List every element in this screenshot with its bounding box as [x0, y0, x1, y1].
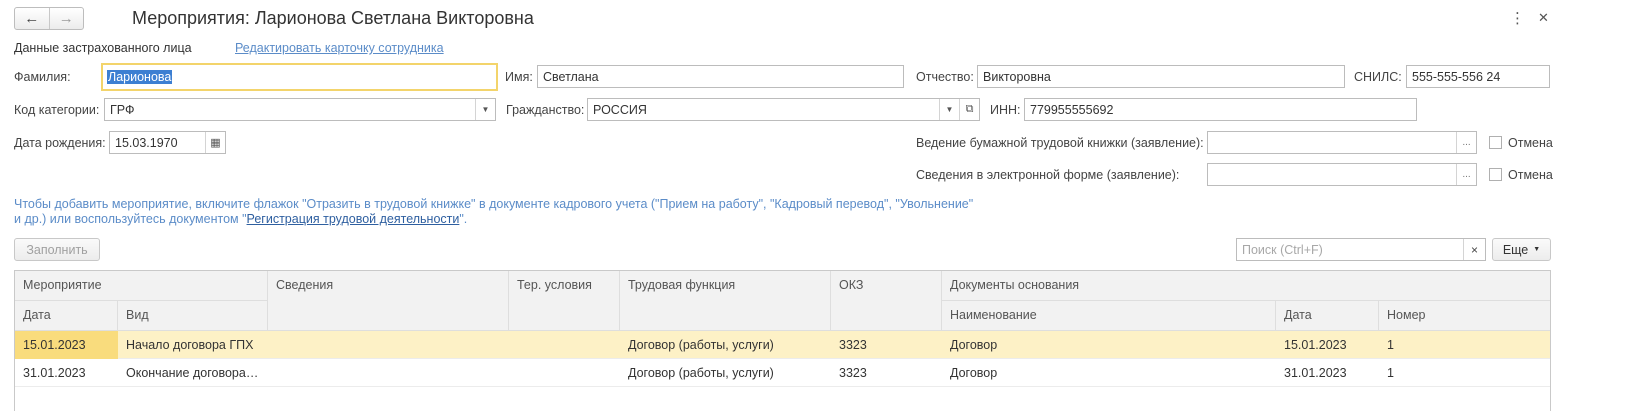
cell-doc-date: 31.01.2023 — [1284, 366, 1347, 380]
cell-territorial — [509, 359, 620, 387]
more-actions-icon[interactable]: ⋮ — [1510, 9, 1525, 27]
snils-value: 555-555-556 24 — [1412, 69, 1501, 84]
snils-field[interactable]: 555-555-556 24 — [1406, 65, 1550, 88]
dropdown-arrow-icon[interactable]: ▼ — [939, 99, 959, 120]
arrow-right-icon: → — [58, 10, 74, 27]
paper-book-field[interactable]: ... — [1207, 131, 1477, 154]
search-placeholder: Поиск (Ctrl+F) — [1242, 243, 1323, 257]
paper-book-cancel-label: Отмена — [1508, 136, 1553, 150]
electronic-form-field[interactable]: ... — [1207, 163, 1477, 186]
cell-details — [268, 331, 509, 359]
patronymic-field[interactable]: Викторовна — [977, 65, 1345, 88]
citizenship-select[interactable]: РОССИЯ ▼ ⧉ — [587, 98, 980, 121]
calendar-icon[interactable]: ▦ — [205, 132, 225, 153]
header-doc-name[interactable]: Наименование — [942, 301, 1276, 331]
open-item-icon[interactable]: ⧉ — [959, 99, 979, 120]
citizenship-label: Гражданство: — [506, 103, 585, 117]
snils-label: СНИЛС: — [1354, 70, 1402, 84]
cell-okz: 3323 — [839, 338, 867, 352]
more-button[interactable]: Еще ▼ — [1492, 238, 1551, 261]
edit-employee-card-link[interactable]: Редактировать карточку сотрудника — [235, 41, 444, 55]
patronymic-label: Отчество: — [916, 70, 974, 84]
cell-details — [268, 359, 509, 387]
info-text-part1: Чтобы добавить мероприятие, включите фла… — [14, 197, 974, 211]
back-button[interactable]: ← — [15, 8, 49, 29]
info-text-part2: и др.) или воспользуйтесь документом " — [14, 212, 247, 226]
paper-book-label: Ведение бумажной трудовой книжки (заявле… — [916, 136, 1204, 150]
header-doc-number[interactable]: Номер — [1379, 301, 1550, 331]
insured-person-section-label: Данные застрахованного лица — [14, 41, 192, 55]
clear-search-icon[interactable]: × — [1463, 239, 1485, 260]
citizenship-value: РОССИЯ — [593, 102, 647, 117]
cell-doc-number: 1 — [1387, 366, 1394, 380]
name-label: Имя: — [505, 70, 533, 84]
cell-date: 15.01.2023 — [15, 331, 118, 359]
birthdate-field[interactable]: 15.03.1970 ▦ — [109, 131, 226, 154]
info-hint: Чтобы добавить мероприятие, включите фла… — [14, 197, 984, 227]
surname-value: Ларионова — [107, 70, 173, 84]
electronic-form-cancel-checkbox[interactable] — [1489, 168, 1502, 181]
events-table: Мероприятие Дата Вид Сведения Тер. услов… — [14, 270, 1551, 411]
patronymic-value: Викторовна — [983, 69, 1051, 84]
cell-doc-name: Договор — [950, 366, 998, 380]
dropdown-arrow-icon[interactable]: ▼ — [475, 99, 495, 120]
inn-value: 779955555692 — [1030, 102, 1114, 117]
paper-book-cancel-checkbox[interactable] — [1489, 136, 1502, 149]
inn-field[interactable]: 779955555692 — [1024, 98, 1417, 121]
table-row[interactable]: 31.01.2023 Окончание договора ГПХ Догово… — [15, 359, 1550, 387]
search-input[interactable]: Поиск (Ctrl+F) × — [1236, 238, 1486, 261]
select-ellipsis-button[interactable]: ... — [1456, 132, 1476, 153]
header-date[interactable]: Дата — [15, 301, 118, 331]
cell-okz: 3323 — [839, 366, 867, 380]
cell-territorial — [509, 331, 620, 359]
category-code-value: ГРФ — [110, 102, 135, 117]
header-territorial[interactable]: Тер. условия — [509, 271, 620, 331]
cell-labor-function: Договор (работы, услуги) — [628, 366, 774, 380]
arrow-left-icon: ← — [24, 10, 40, 27]
cell-labor-function: Договор (работы, услуги) — [628, 338, 774, 352]
close-icon[interactable]: ✕ — [1538, 10, 1549, 26]
registration-document-link[interactable]: Регистрация трудовой деятельности — [247, 212, 460, 226]
info-text-part3: ". — [459, 212, 468, 226]
header-labor-function[interactable]: Трудовая функция — [620, 271, 831, 331]
category-code-select[interactable]: ГРФ ▼ — [104, 98, 496, 121]
header-okz[interactable]: ОКЗ — [831, 271, 942, 331]
birthdate-value: 15.03.1970 — [115, 135, 178, 150]
header-event[interactable]: Мероприятие — [15, 271, 268, 301]
cell-doc-name: Договор — [950, 338, 998, 352]
electronic-form-label: Сведения в электронной форме (заявление)… — [916, 168, 1180, 182]
cell-kind: Начало договора ГПХ — [126, 338, 254, 352]
cell-doc-number: 1 — [1387, 338, 1394, 352]
window-title: Мероприятия: Ларионова Светлана Викторов… — [132, 8, 534, 28]
electronic-form-cancel-label: Отмена — [1508, 168, 1553, 182]
surname-field[interactable]: Ларионова — [101, 63, 498, 91]
header-kind[interactable]: Вид — [118, 301, 268, 331]
forward-button[interactable]: → — [48, 8, 84, 29]
category-code-label: Код категории: — [14, 103, 100, 117]
name-value: Светлана — [543, 69, 599, 84]
select-ellipsis-button[interactable]: ... — [1456, 164, 1476, 185]
chevron-down-icon: ▼ — [1533, 246, 1541, 253]
surname-label: Фамилия: — [14, 70, 71, 84]
navigation-buttons: ← → — [14, 7, 84, 30]
birthdate-label: Дата рождения: — [14, 136, 106, 150]
more-button-label: Еще — [1502, 242, 1529, 257]
cell-kind: Окончание договора ГПХ — [126, 366, 268, 380]
table-row[interactable]: 15.01.2023 Начало договора ГПХ Договор (… — [15, 331, 1550, 359]
header-doc-date[interactable]: Дата — [1276, 301, 1379, 331]
header-base-documents[interactable]: Документы основания — [942, 271, 1550, 301]
name-field[interactable]: Светлана — [537, 65, 904, 88]
inn-label: ИНН: — [990, 103, 1021, 117]
cell-doc-date: 15.01.2023 — [1284, 338, 1347, 352]
fill-button[interactable]: Заполнить — [14, 238, 100, 261]
header-details[interactable]: Сведения — [268, 271, 509, 331]
cell-date: 31.01.2023 — [23, 366, 86, 380]
